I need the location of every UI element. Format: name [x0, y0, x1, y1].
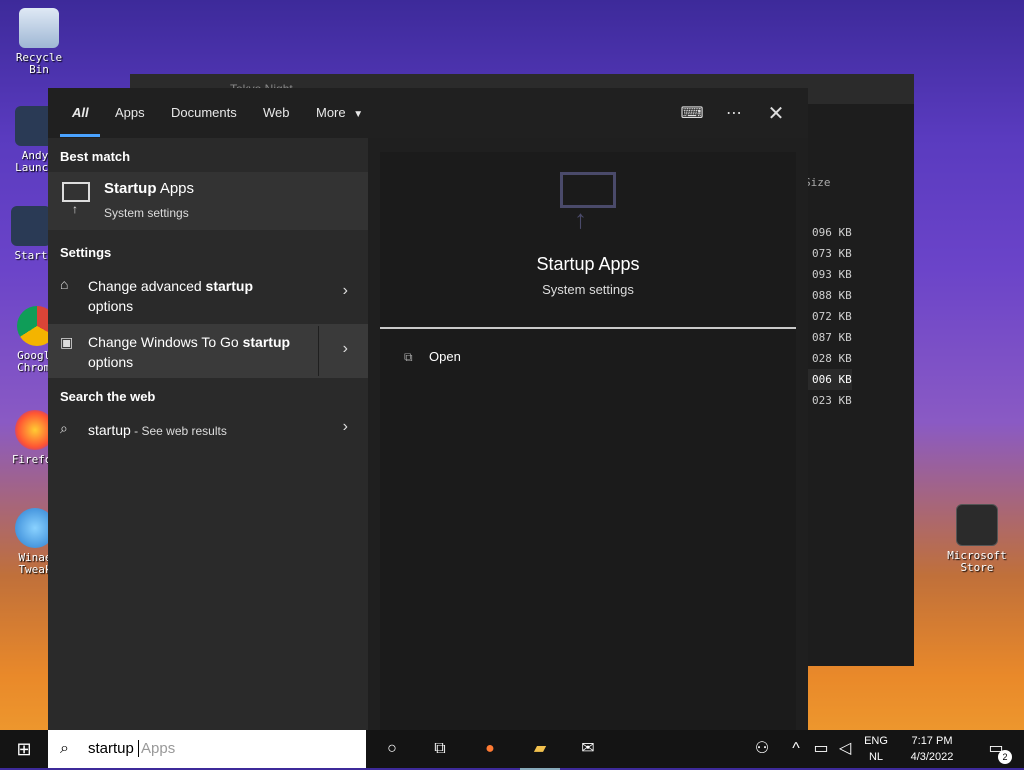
active-tab-underline — [60, 134, 100, 137]
taskbar-search-box[interactable]: ⌕ startup Apps — [48, 730, 366, 768]
desktop-icon-recycle-bin[interactable]: Recycle Bin — [8, 8, 70, 76]
chevron-down-icon: ▼ — [353, 109, 364, 120]
size-cell: 023 KB — [812, 394, 852, 407]
tab-apps[interactable]: Apps — [115, 105, 145, 120]
settings-icon: ⌂ — [60, 276, 69, 292]
mail-icon[interactable]: ✉ — [570, 730, 606, 768]
search-icon: ⌕ — [60, 740, 69, 757]
feedback-icon[interactable]: ⌨ — [680, 102, 704, 126]
tab-more[interactable]: More ▼ — [316, 105, 363, 120]
settings-item-bold: startup — [205, 278, 253, 294]
windows-to-go-icon: ▣ — [60, 334, 74, 350]
firefox-taskbar-icon[interactable]: ● — [472, 730, 508, 768]
more-options-icon[interactable]: ⋯ — [722, 102, 746, 126]
tab-web[interactable]: Web — [263, 105, 290, 120]
close-icon[interactable]: ✕ — [764, 102, 788, 126]
notification-center-icon[interactable]: ▭ 2 — [976, 730, 1016, 768]
size-cell: 073 KB — [812, 247, 852, 260]
best-match-title: Startup Apps — [104, 180, 194, 197]
task-view-icon[interactable]: ⧉ — [422, 730, 458, 768]
settings-item-bold: startup — [242, 334, 291, 350]
best-match-title-rest: Apps — [156, 180, 195, 197]
settings-item-line2: options — [88, 354, 134, 370]
settings-item-text: Change advanced startup options — [88, 276, 253, 316]
clock-time: 7:17 PM — [911, 735, 953, 747]
settings-item-line1: Change Windows To Go — [88, 334, 243, 350]
preview-title: Startup Apps — [536, 254, 640, 274]
preview-divider — [380, 327, 796, 329]
size-cell: 028 KB — [812, 352, 852, 365]
language-indicator[interactable]: ENG NL — [860, 733, 892, 765]
settings-item-advanced-startup[interactable]: ⌂ Change advanced startup options › — [48, 266, 368, 318]
arrow-up-large-icon: ↑ — [574, 204, 587, 234]
size-cell: 087 KB — [812, 331, 852, 344]
language-bottom: NL — [868, 751, 884, 763]
chevron-right-icon[interactable]: › — [343, 282, 348, 300]
best-match-title-bold: Startup — [104, 180, 157, 197]
preview-subtitle: System settings — [542, 282, 634, 297]
web-result-suffix: - See web results — [130, 424, 227, 438]
search-icon: ⌕ — [60, 420, 68, 436]
microsoft-store-icon — [956, 504, 998, 546]
clock-date: 4/3/2022 — [910, 751, 954, 763]
people-icon[interactable]: ⚇ — [748, 730, 776, 768]
search-web-heading: Search the web — [60, 389, 156, 404]
clock[interactable]: 7:17 PM 4/3/2022 — [896, 733, 968, 765]
size-column: 096 KB 073 KB 093 KB 088 KB 072 KB 087 K… — [806, 222, 852, 411]
recycle-bin-icon — [19, 8, 59, 48]
notification-count: 2 — [998, 750, 1012, 764]
size-cell: 093 KB — [812, 268, 852, 281]
open-action[interactable]: ⧉ Open — [404, 348, 461, 372]
settings-item-text: Change Windows To Go startup options — [88, 332, 290, 372]
tab-documents[interactable]: Documents — [171, 105, 237, 120]
chevron-up-icon[interactable]: ^ — [786, 730, 806, 768]
network-icon[interactable]: ▭ — [810, 730, 832, 768]
chevron-right-icon[interactable]: › — [343, 418, 348, 436]
result-preview-pane: ↑ Startup Apps System settings ⧉ Open — [380, 152, 796, 730]
size-cell: 006 KB — [806, 369, 852, 390]
chevron-right-icon[interactable]: › — [343, 340, 348, 358]
desktop-icon-label: Recycle Bin — [15, 51, 63, 76]
start-app-icon — [11, 206, 51, 246]
volume-muted-icon[interactable]: ◁ — [834, 730, 856, 768]
desktop-icon-microsoft-store[interactable]: Microsoft Store — [942, 504, 1012, 574]
settings-item-line2: options — [88, 298, 134, 314]
web-search-result[interactable]: ⌕ startup - See web results › — [48, 412, 368, 448]
startup-apps-icon — [62, 182, 90, 202]
cortana-icon[interactable]: ○ — [374, 730, 410, 768]
best-match-startup-apps[interactable]: ↑ Startup Apps System settings — [48, 172, 368, 230]
start-search-panel[interactable]: All Apps Documents Web More ▼ ⌨ ⋯ ✕ Best… — [48, 88, 808, 730]
tab-more-label: More — [316, 105, 346, 120]
windows-start-icon[interactable]: ⊞ — [0, 730, 48, 768]
search-input-text: startup — [88, 740, 134, 757]
size-cell: 072 KB — [812, 310, 852, 323]
search-tabs: All Apps Documents Web More ▼ ⌨ ⋯ ✕ — [48, 88, 808, 138]
settings-heading: Settings — [60, 245, 112, 260]
desktop-icon-label: Microsoft Store — [947, 549, 1007, 574]
settings-item-windows-to-go[interactable]: ▣ Change Windows To Go startup options › — [48, 324, 368, 378]
tab-all[interactable]: All — [72, 105, 89, 120]
open-icon: ⧉ — [404, 350, 413, 364]
startup-apps-large-icon — [560, 172, 616, 208]
web-result-text: startup - See web results — [88, 420, 227, 441]
language-top: ENG — [864, 735, 888, 747]
size-cell: 096 KB — [812, 226, 852, 239]
web-result-query: startup — [88, 422, 131, 438]
size-cell: 088 KB — [812, 289, 852, 302]
settings-item-line1: Change advanced — [88, 278, 206, 294]
search-suggestion: Apps — [138, 740, 175, 757]
arrow-up-icon: ↑ — [72, 202, 78, 216]
best-match-subtitle: System settings — [104, 206, 189, 220]
file-explorer-icon[interactable]: ▰ — [520, 730, 560, 770]
taskbar: ⊞ ⌕ startup Apps ○ ⧉ ● ▰ ✉ ⚇ ^ ▭ ◁ ENG N… — [0, 730, 1024, 770]
results-list: Best match ↑ Startup Apps System setting… — [48, 138, 368, 730]
chevron-divider — [318, 326, 319, 376]
best-match-heading: Best match — [60, 149, 131, 164]
open-label: Open — [429, 349, 461, 364]
